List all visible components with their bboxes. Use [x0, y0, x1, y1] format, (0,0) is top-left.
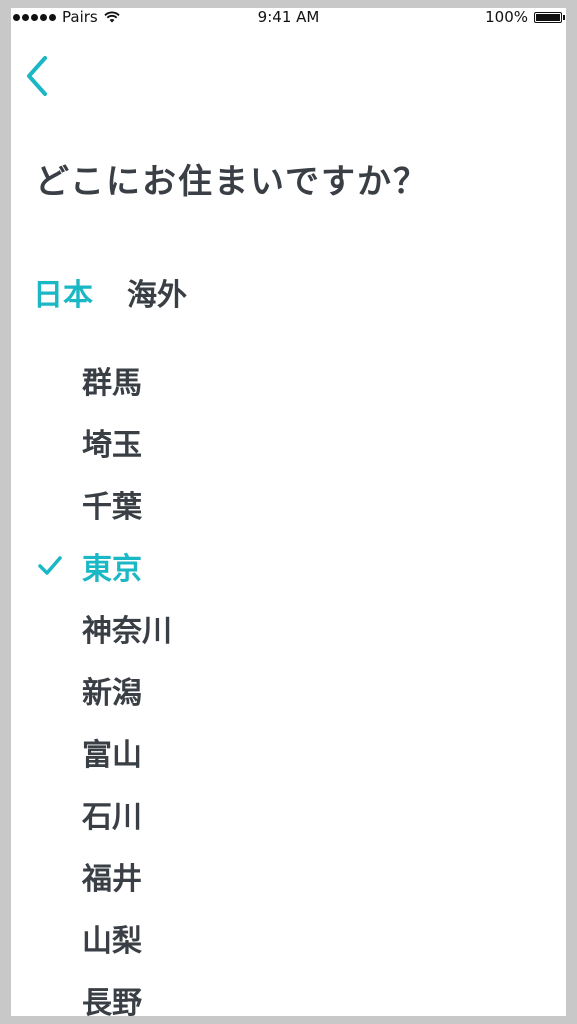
battery-percent: 100% [485, 8, 528, 26]
list-item-gunma[interactable]: 群馬 [11, 349, 566, 411]
list-item-label: 長野 [82, 986, 142, 1016]
list-item-label: 神奈川 [82, 614, 172, 649]
list-item-label: 東京 [82, 552, 142, 587]
list-item-fukui[interactable]: 福井 [11, 845, 566, 907]
list-item-saitama[interactable]: 埼玉 [11, 411, 566, 473]
battery-icon [534, 11, 565, 23]
list-item-niigata[interactable]: 新潟 [11, 659, 566, 721]
list-item-ishikawa[interactable]: 石川 [11, 783, 566, 845]
list-item-label: 福井 [82, 862, 142, 897]
status-time: 9:41 AM [257, 8, 320, 26]
list-item-chiba[interactable]: 千葉 [11, 473, 566, 535]
list-item-label: 埼玉 [82, 428, 142, 463]
list-item-label: 石川 [82, 800, 142, 835]
list-item-nagano[interactable]: 長野 [11, 969, 566, 1016]
list-item-label: 群馬 [82, 366, 142, 401]
list-item-label: 山梨 [82, 924, 142, 959]
list-item-toyama[interactable]: 富山 [11, 721, 566, 783]
tab-japan[interactable]: 日本 [33, 270, 93, 314]
status-right: 100% [485, 8, 565, 26]
list-item-tokyo[interactable]: 東京 [11, 535, 566, 597]
list-item-kanagawa[interactable]: 神奈川 [11, 597, 566, 659]
status-bar: Pairs 9:41 AM 100% [11, 8, 566, 28]
region-tabs: 日本 海外 [33, 270, 187, 314]
list-item-label: 富山 [82, 738, 142, 773]
tab-overseas[interactable]: 海外 [127, 270, 187, 314]
prefecture-list: 群馬 埼玉 千葉 東京 神奈川 新潟 富山 石川 福井 山梨 長野 [11, 349, 566, 1016]
app-screen: Pairs 9:41 AM 100% どこにお住まいですか？ 日本 海外 群馬 [11, 8, 566, 1016]
chevron-left-icon [27, 56, 47, 96]
list-item-label: 千葉 [82, 490, 142, 525]
list-item-label: 新潟 [82, 676, 142, 711]
checkmark-icon [38, 556, 62, 575]
back-button[interactable] [21, 52, 57, 100]
page-title: どこにお住まいですか？ [35, 162, 429, 202]
list-item-yamanashi[interactable]: 山梨 [11, 907, 566, 969]
